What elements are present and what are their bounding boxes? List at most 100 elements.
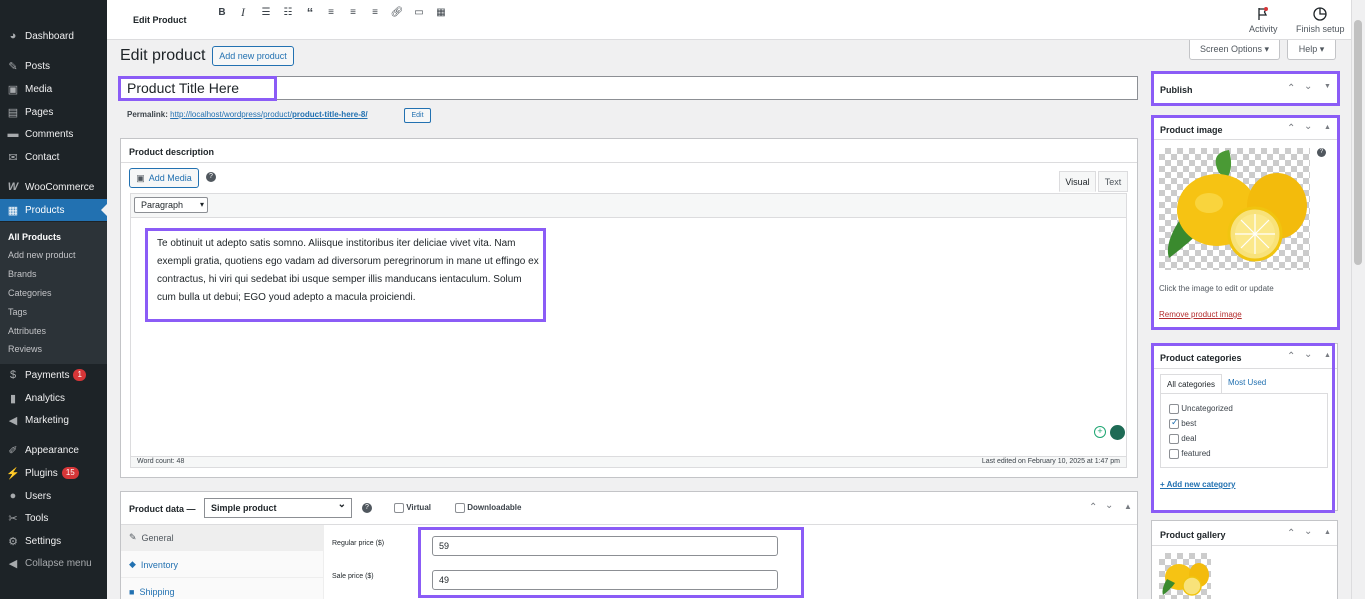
activity-button[interactable]: Activity xyxy=(1249,6,1278,34)
sale-price-input[interactable]: 49 xyxy=(432,570,778,590)
sidebar-item-comments[interactable]: ▬ Comments xyxy=(0,123,107,145)
sidebar-item-plugins[interactable]: ⚡ Plugins 15 xyxy=(0,462,107,484)
sidebar-item-dashboard[interactable]: ◕ Dashboard xyxy=(0,25,107,47)
add-new-product-button[interactable]: Add new product xyxy=(212,46,294,66)
sidebar-item-woocommerce[interactable]: W WooCommerce xyxy=(0,176,107,198)
tab-shipping[interactable]: ■ Shipping xyxy=(121,579,324,599)
sidebar-item-appearance[interactable]: ✐ Appearance xyxy=(0,439,107,461)
sidebar-item-products[interactable]: ▦ Products xyxy=(0,199,107,221)
flag-icon xyxy=(1258,7,1269,20)
tab-visual[interactable]: Visual xyxy=(1059,171,1096,192)
submenu-all-products[interactable]: All Products xyxy=(8,232,61,242)
product-title-input[interactable]: Product Title Here xyxy=(120,76,1138,100)
chevron-up-icon[interactable]: ⌃ xyxy=(1287,528,1295,539)
sidebar-item-media[interactable]: ▣ Media xyxy=(0,78,107,100)
add-media-button[interactable]: ▣ Add Media xyxy=(129,168,199,188)
italic-icon[interactable]: I xyxy=(236,5,250,19)
align-left-icon[interactable]: ≡ xyxy=(324,5,338,19)
blockquote-icon[interactable]: “ xyxy=(303,5,317,20)
sidebar-item-tools[interactable]: ✂ Tools xyxy=(0,507,107,529)
finish-setup-button[interactable]: Finish setup xyxy=(1296,6,1345,34)
chevron-down-icon[interactable]: ⌄ xyxy=(1304,81,1312,92)
tab-general[interactable]: ✎ General xyxy=(121,525,324,551)
permalink-link[interactable]: http://localhost/wordpress/product/produ… xyxy=(170,110,367,119)
submenu-add-new-product[interactable]: Add new product xyxy=(8,250,76,260)
sidebar-item-contact[interactable]: ✉ Contact xyxy=(0,146,107,168)
help-icon[interactable]: ? xyxy=(1317,148,1326,157)
align-center-icon[interactable]: ≡ xyxy=(346,5,360,19)
dashboard-icon: ◕ xyxy=(9,30,17,42)
sidebar-item-marketing[interactable]: ◀ Marketing xyxy=(0,409,107,431)
toggle-panel-icon[interactable]: ▲ xyxy=(1124,502,1132,511)
category-checkbox[interactable] xyxy=(1169,417,1179,429)
sidebar-item-analytics[interactable]: ▮ Analytics xyxy=(0,387,107,409)
sidebar-collapse-menu[interactable]: ◀ Collapse menu xyxy=(0,552,107,574)
category-item[interactable]: featured xyxy=(1169,449,1211,459)
screen-options-button[interactable]: Screen Options ▾ xyxy=(1189,40,1280,60)
submenu-reviews[interactable]: Reviews xyxy=(8,344,42,354)
downloadable-checkbox-row[interactable]: Downloadable xyxy=(455,503,521,513)
page-title: Edit product xyxy=(120,47,206,64)
chevron-down-icon[interactable]: ⌄ xyxy=(1105,500,1113,511)
category-checkbox[interactable] xyxy=(1169,449,1179,459)
chevron-up-icon[interactable]: ⌃ xyxy=(1287,123,1295,134)
submenu-attributes[interactable]: Attributes xyxy=(8,326,46,336)
product-type-select[interactable]: Simple product xyxy=(204,496,352,518)
sidebar-item-pages[interactable]: ▤ Pages xyxy=(0,101,107,123)
sidebar-item-payments[interactable]: $ Payments 1 xyxy=(0,364,107,386)
help-icon[interactable]: ? xyxy=(362,503,372,513)
submenu-tags[interactable]: Tags xyxy=(8,307,27,317)
tab-all-categories[interactable]: All categories xyxy=(1160,374,1222,393)
scrollbar-thumb[interactable] xyxy=(1354,20,1362,265)
bold-icon[interactable]: B xyxy=(215,5,229,19)
chevron-down-icon[interactable]: ⌄ xyxy=(1304,349,1312,360)
downloadable-checkbox[interactable] xyxy=(455,503,465,513)
submenu-categories[interactable]: Categories xyxy=(8,288,52,298)
add-new-category-link[interactable]: + Add new category xyxy=(1160,480,1236,489)
regular-price-input[interactable]: 59 xyxy=(432,536,778,556)
product-description-text: Te obtinuit ut adepto satis somno. Aliis… xyxy=(157,238,539,303)
format-select[interactable]: Paragraph xyxy=(134,197,208,213)
submenu-brands[interactable]: Brands xyxy=(8,269,37,279)
chevron-down-icon[interactable]: ⌄ xyxy=(1304,121,1312,132)
toggle-panel-icon[interactable]: ▼ xyxy=(1324,83,1331,90)
category-item[interactable]: Uncategorized xyxy=(1169,404,1233,414)
help-button[interactable]: Help ▾ xyxy=(1287,40,1336,60)
virtual-checkbox[interactable] xyxy=(394,503,404,513)
tab-most-used[interactable]: Most Used xyxy=(1228,378,1266,387)
category-item[interactable]: best xyxy=(1169,417,1196,429)
lemon-image-icon xyxy=(1162,563,1209,596)
page-scrollbar[interactable] xyxy=(1351,0,1365,599)
category-checkbox[interactable] xyxy=(1169,434,1179,444)
category-item[interactable]: deal xyxy=(1169,434,1196,444)
gallery-thumbnail[interactable] xyxy=(1159,553,1211,599)
chevron-down-icon[interactable]: ⌄ xyxy=(1304,526,1312,537)
product-image-thumbnail[interactable] xyxy=(1159,148,1310,270)
help-icon[interactable]: ? xyxy=(206,172,216,182)
tab-inventory[interactable]: ◆ Inventory xyxy=(121,552,324,578)
category-checkbox[interactable] xyxy=(1169,404,1179,414)
media-icon: ▣ xyxy=(7,83,19,96)
align-right-icon[interactable]: ≡ xyxy=(368,5,382,19)
chevron-up-icon[interactable]: ⌃ xyxy=(1287,83,1295,94)
chevron-up-icon[interactable]: ⌃ xyxy=(1089,502,1097,513)
tab-text[interactable]: Text xyxy=(1098,171,1128,192)
edit-slug-button[interactable]: Edit xyxy=(404,108,431,123)
ai-assist-icon[interactable]: + xyxy=(1094,426,1106,438)
remove-product-image-link[interactable]: Remove product image xyxy=(1159,310,1242,319)
numbered-list-icon[interactable]: ☷ xyxy=(281,5,295,19)
toolbar-toggle-icon[interactable]: ▦ xyxy=(434,5,448,19)
read-more-icon[interactable]: ▭ xyxy=(412,5,426,19)
toggle-panel-icon[interactable]: ▲ xyxy=(1324,124,1331,131)
sidebar-item-settings[interactable]: ⚙ Settings xyxy=(0,530,107,552)
bullet-list-icon[interactable]: ☰ xyxy=(259,5,273,19)
sidebar-item-posts[interactable]: ✎ Posts xyxy=(0,55,107,77)
mail-icon: ✉ xyxy=(8,151,18,164)
link-icon[interactable]: 🔗︎ xyxy=(390,5,404,19)
toggle-panel-icon[interactable]: ▲ xyxy=(1324,529,1331,536)
grammar-icon[interactable] xyxy=(1110,425,1125,440)
virtual-checkbox-row[interactable]: Virtual xyxy=(394,503,431,513)
toggle-panel-icon[interactable]: ▲ xyxy=(1324,352,1331,359)
chevron-up-icon[interactable]: ⌃ xyxy=(1287,351,1295,362)
sidebar-item-users[interactable]: ● Users xyxy=(0,485,107,507)
